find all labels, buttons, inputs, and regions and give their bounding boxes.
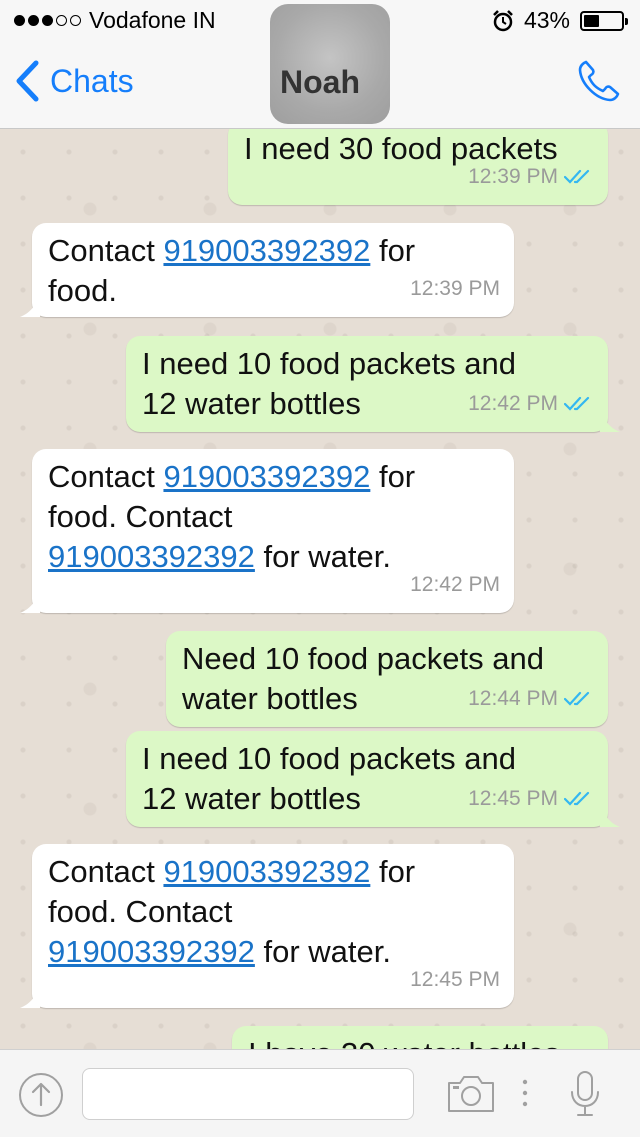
- battery-percent: 43%: [523, 7, 570, 33]
- camera-button[interactable]: [446, 1074, 496, 1119]
- message-text: food. Contact: [48, 894, 233, 929]
- message-meta: 12:45 PM: [410, 960, 500, 1000]
- message-text: for water.: [254, 539, 392, 574]
- battery-icon: [580, 10, 628, 31]
- message-text: I need 10 food packets and: [142, 346, 517, 381]
- double-check-icon: [564, 396, 590, 411]
- message-text: I need 10 food packets and: [142, 741, 517, 776]
- message-meta: 12:39 PM: [468, 157, 594, 197]
- double-check-icon: [564, 691, 590, 706]
- message-text: I have 30 water bottles: [248, 1034, 592, 1049]
- message-time: 12:45 PM: [468, 787, 558, 810]
- upload-icon: [19, 1073, 63, 1117]
- message-bubble-outgoing[interactable]: I need 30 food packets 12:39 PM: [228, 129, 608, 205]
- message-bubble-outgoing[interactable]: I need 10 food packets and 12 water bott…: [126, 731, 620, 827]
- message-input[interactable]: [82, 1068, 414, 1120]
- phone-number-link[interactable]: 919003392392: [163, 233, 370, 268]
- message-meta: 12:42 PM: [468, 384, 594, 424]
- bubble-tail: [600, 807, 620, 827]
- bubble-tail: [600, 412, 620, 432]
- message-line: Contact 919003392392 for: [48, 231, 498, 271]
- message-text: for: [370, 459, 416, 494]
- message-bubble-outgoing[interactable]: Need 10 food packets and water bottles 1…: [166, 631, 608, 727]
- message-text: for: [370, 233, 416, 268]
- phone-icon: [578, 60, 620, 102]
- composer-bar: [0, 1049, 640, 1137]
- phone-number-link[interactable]: 919003392392: [163, 459, 370, 494]
- double-check-icon: [564, 169, 590, 184]
- alarm-icon: [493, 9, 513, 31]
- more-dots-icon: [522, 1079, 528, 1107]
- message-time: 12:45 PM: [410, 968, 500, 991]
- camera-icon: [448, 1076, 494, 1112]
- message-bubble-outgoing[interactable]: I have 30 water bottles: [232, 1026, 608, 1049]
- message-bubble-incoming[interactable]: Contact 919003392392 for food. Contact 9…: [20, 844, 514, 1008]
- bubble-tail: [20, 297, 40, 317]
- message-meta: 12:39 PM: [410, 269, 500, 309]
- message-text: for: [370, 854, 416, 889]
- phone-number-link[interactable]: 919003392392: [48, 934, 255, 969]
- message-text: for water.: [254, 934, 392, 969]
- voice-record-button[interactable]: [568, 1070, 602, 1123]
- message-line: Contact 919003392392 for: [48, 457, 498, 497]
- message-meta: 12:45 PM: [468, 779, 594, 819]
- status-right: 43%: [492, 7, 628, 34]
- message-list[interactable]: I need 30 food packets 12:39 PM Contact …: [0, 129, 640, 1049]
- message-time: 12:42 PM: [468, 392, 558, 415]
- contact-name[interactable]: Noah: [0, 64, 640, 101]
- message-text: food. Contact: [48, 499, 233, 534]
- message-text: Need 10 food packets and: [182, 641, 544, 676]
- message-bubble-incoming[interactable]: Contact 919003392392 for food. 12:39 PM: [20, 223, 514, 317]
- message-bubble-outgoing[interactable]: I need 10 food packets and 12 water bott…: [126, 336, 620, 432]
- message-time: 12:39 PM: [468, 165, 558, 188]
- message-meta: 12:44 PM: [468, 679, 594, 719]
- message-text: Contact: [48, 854, 164, 889]
- call-button[interactable]: [576, 58, 622, 109]
- message-line: Contact 919003392392 for: [48, 852, 498, 892]
- bubble-tail: [20, 988, 40, 1008]
- message-time: 12:42 PM: [410, 573, 500, 596]
- message-text: Contact: [48, 233, 164, 268]
- attach-button[interactable]: [18, 1072, 64, 1123]
- bubble-tail: [20, 593, 40, 613]
- phone-number-link[interactable]: 919003392392: [163, 854, 370, 889]
- phone-number-link[interactable]: 919003392392: [48, 539, 255, 574]
- microphone-icon: [571, 1071, 599, 1116]
- message-time: 12:39 PM: [410, 277, 500, 300]
- double-check-icon: [564, 791, 590, 806]
- chat-header: Chats Noah: [0, 4, 640, 129]
- message-text: Contact: [48, 459, 164, 494]
- message-bubble-incoming[interactable]: Contact 919003392392 for food. Contact 9…: [20, 449, 514, 613]
- message-meta: 12:42 PM: [410, 565, 500, 605]
- message-time: 12:44 PM: [468, 687, 558, 710]
